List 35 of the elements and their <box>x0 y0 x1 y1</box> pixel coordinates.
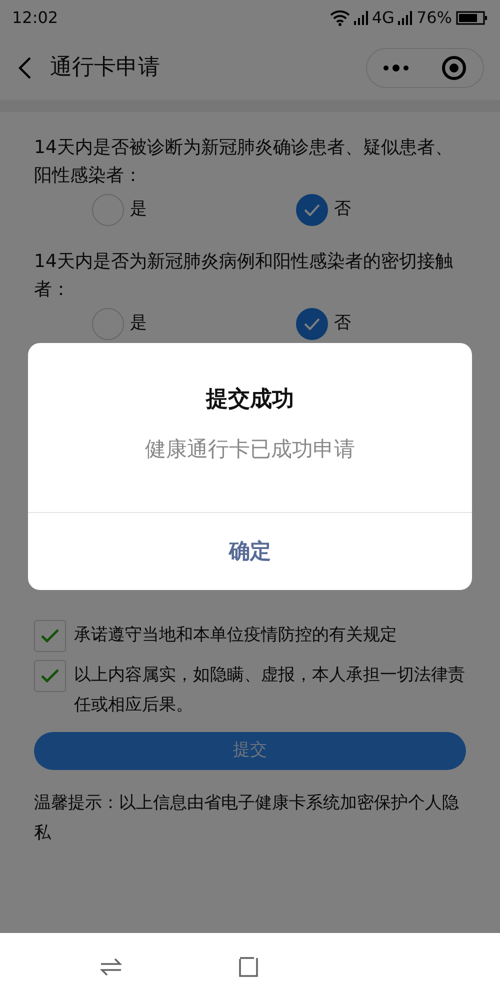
target-icon[interactable] <box>441 54 467 80</box>
switch-icon[interactable] <box>100 956 122 976</box>
battery-icon <box>456 10 488 24</box>
checkbox[interactable] <box>34 660 66 692</box>
option-label: 否 <box>334 312 351 336</box>
radio-button[interactable] <box>92 308 124 340</box>
check-icon <box>304 204 320 216</box>
wifi-icon <box>330 10 350 26</box>
battery-percent: 76% <box>416 6 452 28</box>
pledge-text: 以上内容属实，如隐瞒、虚报，本人承担一切法律责任或相应后果。 <box>74 664 466 717</box>
confirm-button[interactable]: 确定 <box>28 512 472 590</box>
radio-button[interactable] <box>296 308 328 340</box>
radio-button[interactable] <box>296 194 328 226</box>
status-time: 12:02 <box>12 6 58 28</box>
signal-icon <box>398 10 412 24</box>
check-icon <box>304 318 320 330</box>
check-icon <box>41 629 59 643</box>
page-title: 通行卡申请 <box>50 54 160 82</box>
dialog-title: 提交成功 <box>204 386 295 414</box>
network-type: 4G <box>372 6 394 28</box>
signal-icon <box>354 10 368 24</box>
check-icon <box>41 669 59 683</box>
radio-button[interactable] <box>92 194 124 226</box>
square-icon[interactable] <box>239 956 259 976</box>
question-text: 14天内是否为新冠肺炎病例和阳性感染者的密切接触者： <box>33 250 454 302</box>
option-label: 是 <box>130 312 147 336</box>
dialog-message: 健康通行卡已成功申请 <box>144 436 356 463</box>
option-label: 是 <box>130 198 147 222</box>
privacy-tip: 温馨提示：以上信息由省电子健康卡系统加密保护个人隐私 <box>33 792 460 845</box>
pledge-text: 承诺遵守当地和本单位疫情防控的有关规定 <box>74 624 397 647</box>
back-icon[interactable] <box>18 56 32 80</box>
option-label: 否 <box>334 198 351 222</box>
checkbox[interactable] <box>34 620 66 652</box>
more-icon[interactable] <box>383 64 409 72</box>
question-text: 14天内是否被诊断为新冠肺炎确诊患者、疑似患者、阳性感染者： <box>33 136 454 188</box>
